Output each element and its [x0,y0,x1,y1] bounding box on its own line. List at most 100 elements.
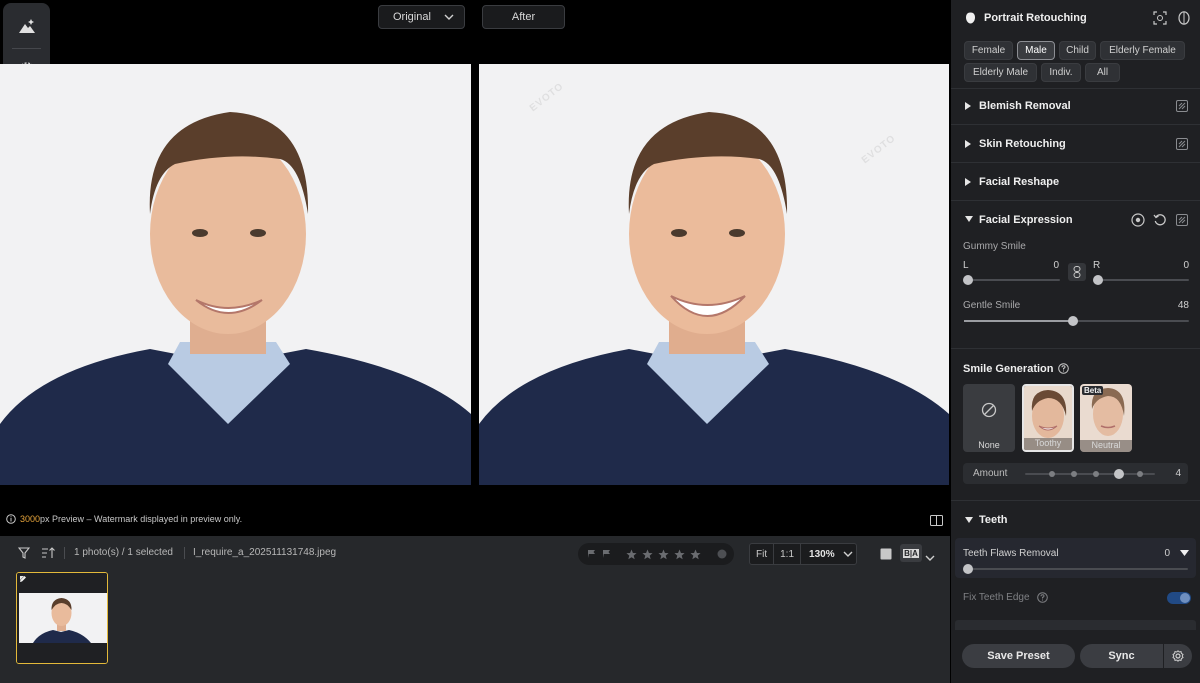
section-skin-retouching[interactable]: Skin Retouching [951,124,1200,162]
zoom-value-dropdown[interactable]: 130% [801,549,835,560]
eraser-icon[interactable] [1176,100,1188,112]
smile-option-none[interactable]: None [963,384,1015,452]
smile-option-label: Toothy [1024,438,1072,450]
none-icon [981,402,997,418]
view-mode-dropdown[interactable] [925,549,935,567]
section-blemish-removal[interactable]: Blemish Removal [951,88,1200,124]
eraser-icon[interactable] [1176,138,1188,150]
before-after-label: B|A [903,548,919,558]
caret-down-icon[interactable] [1180,550,1189,557]
fix-teeth-edge-label: Fix Teeth Edge [963,592,1030,603]
preview-text: px Preview – Watermark displayed in prev… [40,514,243,524]
star-icon[interactable] [642,549,653,560]
zoom-1to1-button[interactable]: 1:1 [774,544,802,564]
expand-icon [965,178,971,186]
amount-label: Amount [973,468,1008,479]
section-facial-reshape[interactable]: Facial Reshape [951,162,1200,200]
chevron-down-icon [843,551,853,557]
filmstrip: 1 photo(s) / 1 selected I_require_a_2025… [0,536,950,683]
chip-male[interactable]: Male [1017,41,1055,60]
collapse-icon[interactable] [965,517,973,523]
right-panel: Portrait Retouching Female Male Child El… [951,0,1200,683]
section-title[interactable]: Teeth [979,514,1008,526]
collapse-icon[interactable] [965,216,973,222]
sort-icon [42,547,55,558]
gummy-right-slider[interactable] [1098,279,1189,281]
smile-option-toothy[interactable]: Toothy [1022,384,1074,452]
chip-child[interactable]: Child [1059,41,1096,60]
amount-slider[interactable] [1025,473,1155,475]
sync-settings-button[interactable] [1164,644,1192,668]
filmstrip-toolbar: 1 photo(s) / 1 selected I_require_a_2025… [0,536,950,570]
face-outline-icon [1178,11,1190,25]
after-label: After [511,11,536,23]
chevron-down-icon [444,14,454,20]
teeth-flaws-value: 0 [1164,548,1170,559]
ai-edit-tool-button[interactable] [3,6,50,46]
chip-individual[interactable]: Indiv. [1041,63,1081,82]
eraser-icon[interactable] [1176,214,1188,226]
gentle-smile-value: 48 [1177,300,1189,311]
chip-all[interactable]: All [1085,63,1120,82]
mountain-sparkle-icon [18,19,35,33]
filename: I_require_a_202511131748.jpeg [193,547,337,558]
info-icon [6,514,16,524]
chevron-down-icon [925,555,935,561]
reset-icon[interactable] [1153,213,1167,227]
section-title[interactable]: Facial Expression [979,214,1073,226]
smile-option-neutral[interactable]: Beta Neutral [1080,384,1132,452]
save-preset-button[interactable]: Save Preset [962,644,1075,668]
teeth-flaws-knob[interactable] [963,564,973,574]
section-title: Facial Reshape [979,176,1060,188]
before-after-view-button[interactable]: B|A [900,544,922,562]
chip-female[interactable]: Female [964,41,1013,60]
gummy-right-value: 0 [1183,260,1189,271]
chip-elderly-female[interactable]: Elderly Female [1100,41,1185,60]
photo-thumbnail[interactable] [16,572,108,664]
split-view-button[interactable] [930,513,943,531]
star-icon[interactable] [674,549,685,560]
amount-knob[interactable] [1114,469,1124,479]
gummy-right-knob[interactable] [1093,275,1103,285]
eye-icon[interactable] [1131,213,1145,227]
star-icon[interactable] [626,549,637,560]
flag-icon[interactable] [587,549,597,559]
section-teeth: Teeth [951,500,1200,536]
original-dropdown[interactable]: Original [378,5,465,29]
amount-row: Amount 4 [963,463,1188,484]
filter-button[interactable] [17,546,31,564]
after-button[interactable]: After [482,5,565,29]
expand-icon [965,102,971,110]
smile-option-label: None [978,440,1000,450]
gummy-left-label: L [963,260,969,271]
help-icon[interactable] [1058,363,1069,374]
star-icon[interactable] [690,549,701,560]
color-label-icon[interactable] [717,549,727,559]
sync-button[interactable]: Sync [1080,644,1163,668]
smile-generation-label: Smile Generation [963,363,1054,375]
fix-teeth-edge-toggle[interactable] [1167,592,1191,604]
smile-option-label: Neutral [1080,440,1132,452]
face-scan-icon [1153,11,1167,25]
rating-bar [578,543,734,565]
star-icon[interactable] [658,549,669,560]
link-sliders-button[interactable] [1068,263,1086,281]
gear-icon [1172,650,1184,662]
gummy-left-knob[interactable] [963,275,973,285]
help-icon[interactable] [1037,592,1048,603]
edited-pencil-icon [20,576,26,582]
link-icon [1073,266,1081,278]
single-view-button[interactable] [880,547,892,565]
split-view-icon [930,515,943,526]
sort-button[interactable] [41,546,55,564]
reject-flag-icon[interactable] [602,549,612,559]
amount-value: 4 [1175,468,1181,479]
skin-mask-button[interactable] [1178,11,1190,30]
zoom-fit-button[interactable]: Fit [750,544,775,564]
teeth-flaws-slider[interactable] [964,568,1188,570]
gummy-left-slider[interactable] [964,279,1060,281]
chip-elderly-male[interactable]: Elderly Male [964,63,1037,82]
face-detect-button[interactable] [1153,11,1167,30]
filter-icon [17,547,31,559]
gentle-smile-knob[interactable] [1068,316,1078,326]
